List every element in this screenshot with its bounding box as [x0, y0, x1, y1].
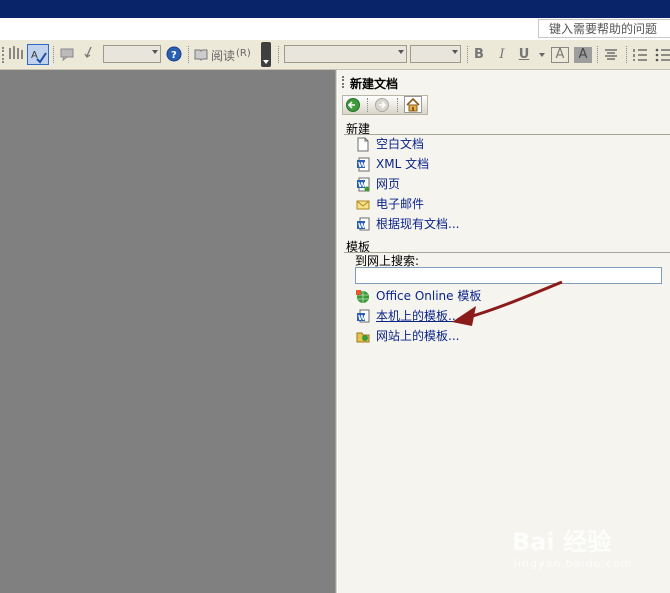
watermark-url: jingyan.baidu.com	[514, 557, 633, 570]
annotation-arrow	[452, 280, 563, 326]
watermark-main: Bai 经验	[512, 528, 612, 556]
baidu-jingyan-watermark: Bai 经验 jingyan.baidu.com	[512, 522, 633, 570]
